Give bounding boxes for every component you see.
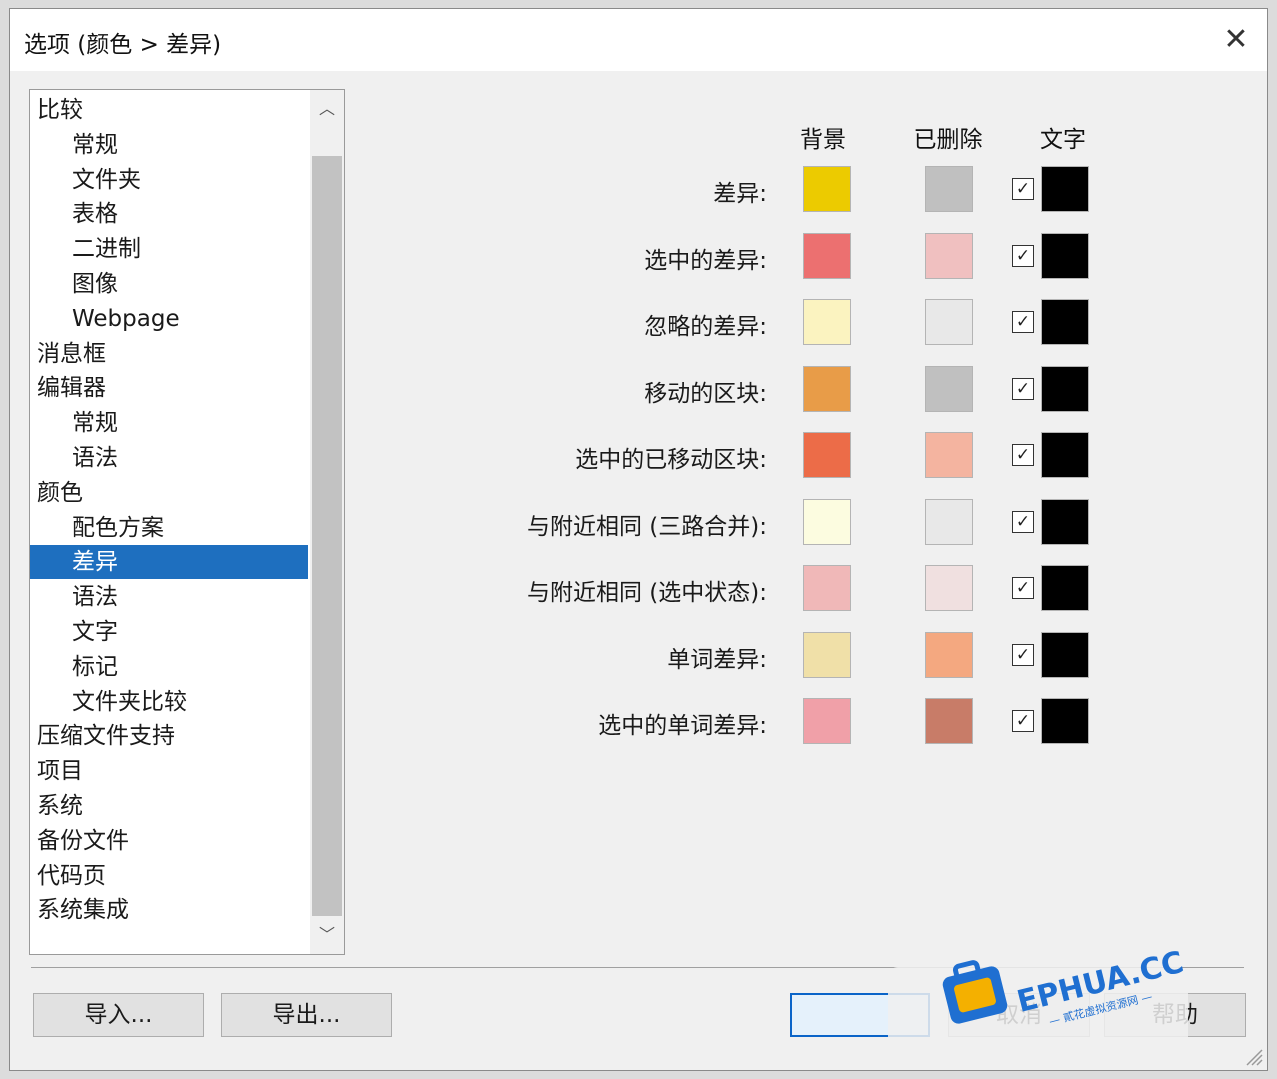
column-header-background: 背景 (800, 127, 846, 153)
deleted-color-swatch[interactable] (925, 698, 973, 744)
tree-item[interactable]: 常规 (30, 128, 308, 162)
tree-item[interactable]: 配色方案 (30, 511, 308, 545)
scroll-thumb[interactable] (312, 156, 342, 916)
tree-item[interactable]: 语法 (30, 441, 308, 475)
deleted-color-swatch[interactable] (925, 565, 973, 611)
deleted-color-swatch[interactable] (925, 498, 973, 545)
column-header-deleted: 已删除 (913, 127, 983, 153)
background-color-swatch[interactable] (803, 299, 851, 345)
tree-item[interactable]: Webpage (30, 302, 308, 336)
text-color-swatch[interactable] (1041, 565, 1089, 611)
tree-item[interactable]: 备份文件 (30, 824, 308, 858)
resize-grip-icon[interactable] (1243, 1046, 1263, 1066)
text-color-swatch[interactable] (1041, 432, 1089, 478)
text-color-checkbox[interactable]: ✓ (1012, 643, 1034, 666)
background-color-swatch[interactable] (803, 166, 851, 212)
text-color-swatch[interactable] (1041, 232, 1089, 279)
watermark-logo-icon: EPHUA.CC — 貳花虚拟资源网 — (942, 945, 1187, 1028)
text-color-swatch[interactable] (1041, 365, 1089, 412)
export-button[interactable]: 导出... (221, 993, 392, 1037)
tree-item[interactable]: 二进制 (30, 232, 308, 266)
background-color-swatch[interactable] (803, 631, 851, 678)
column-header-text: 文字 (1040, 127, 1086, 153)
background-color-swatch[interactable] (803, 498, 851, 545)
tree-item[interactable]: 压缩文件支持 (30, 719, 308, 753)
deleted-color-swatch[interactable] (925, 232, 973, 279)
deleted-color-swatch[interactable] (925, 299, 973, 345)
row-label: 与附近相同 (三路合并): (526, 513, 767, 540)
import-button[interactable]: 导入... (33, 993, 204, 1037)
text-color-swatch[interactable] (1041, 698, 1089, 744)
text-color-checkbox[interactable]: ✓ (1012, 178, 1034, 200)
text-color-swatch[interactable] (1041, 498, 1089, 545)
background-color-swatch[interactable] (803, 232, 851, 279)
text-color-swatch[interactable] (1041, 631, 1089, 678)
text-color-swatch[interactable] (1041, 299, 1089, 345)
tree-item[interactable]: 消息框 (30, 337, 308, 371)
row-label: 与附近相同 (选中状态): (526, 580, 767, 606)
title-bar: 选项 (颜色 > 差异) ✕ (10, 9, 1267, 71)
tree-item[interactable]: 常规 (30, 406, 308, 440)
tree-item[interactable]: 标记 (30, 650, 308, 684)
row-label: 选中的已移动区块: (575, 447, 767, 473)
row-label: 选中的差异: (644, 247, 767, 274)
text-color-checkbox[interactable]: ✓ (1012, 377, 1034, 400)
tree-item[interactable]: 文件夹 (30, 163, 308, 197)
text-color-checkbox[interactable]: ✓ (1012, 577, 1034, 599)
text-color-checkbox[interactable]: ✓ (1012, 510, 1034, 533)
tree-item[interactable]: 项目 (30, 754, 308, 788)
row-label: 忽略的差异: (644, 314, 767, 340)
close-icon[interactable]: ✕ (1219, 23, 1253, 57)
watermark: EPHUA.CC — 貳花虚拟资源网 — (888, 927, 1218, 1057)
window-title: 选项 (颜色 > 差异) (24, 32, 222, 58)
tree-item[interactable]: 表格 (30, 197, 308, 231)
text-color-checkbox[interactable]: ✓ (1012, 710, 1034, 732)
background-color-swatch[interactable] (803, 698, 851, 744)
tree-item[interactable]: 系统集成 (30, 893, 308, 927)
background-color-swatch[interactable] (803, 565, 851, 611)
tree-item[interactable]: 图像 (30, 267, 308, 301)
row-label: 移动的区块: (644, 380, 767, 407)
text-color-checkbox[interactable]: ✓ (1012, 244, 1034, 267)
text-color-swatch[interactable] (1041, 166, 1089, 212)
deleted-color-swatch[interactable] (925, 631, 973, 678)
deleted-color-swatch[interactable] (925, 432, 973, 478)
tree-scrollbar[interactable]: ︿ ﹀ (310, 90, 344, 954)
tree-item[interactable]: 编辑器 (30, 371, 308, 405)
tree-item[interactable]: 文字 (30, 615, 308, 649)
tree-item[interactable]: 差异 (30, 545, 308, 580)
deleted-color-swatch[interactable] (925, 166, 973, 212)
options-tree[interactable]: ︿ ﹀ 比较 常规 文件夹 表格 二进制 图像 Webpage 消息框 编辑器 常规 语法 颜色 配色方… (29, 89, 345, 955)
text-color-checkbox[interactable]: ✓ (1012, 444, 1034, 466)
row-label: 单词差异: (667, 646, 767, 673)
tree-item[interactable]: 系统 (30, 789, 308, 823)
tree-item[interactable]: 语法 (30, 580, 308, 614)
deleted-color-swatch[interactable] (925, 365, 973, 412)
chevron-down-icon[interactable]: ﹀ (310, 918, 344, 952)
background-color-swatch[interactable] (803, 365, 851, 412)
tree-item[interactable]: 颜色 (30, 476, 308, 510)
background-color-swatch[interactable] (803, 432, 851, 478)
tree-item[interactable]: 代码页 (30, 859, 308, 893)
tree-item[interactable]: 比较 (30, 93, 308, 127)
options-dialog: 选项 (颜色 > 差异) ✕ ︿ ﹀ 比较 常规 文件夹 表格 二进制 图像 Webpage… (9, 8, 1268, 1071)
tree-item[interactable]: 文件夹比较 (30, 685, 308, 719)
row-label: 选中的单词差异: (598, 713, 767, 739)
text-color-checkbox[interactable]: ✓ (1012, 311, 1034, 333)
row-label: 差异: (713, 181, 767, 207)
chevron-up-icon[interactable]: ︿ (310, 92, 344, 126)
